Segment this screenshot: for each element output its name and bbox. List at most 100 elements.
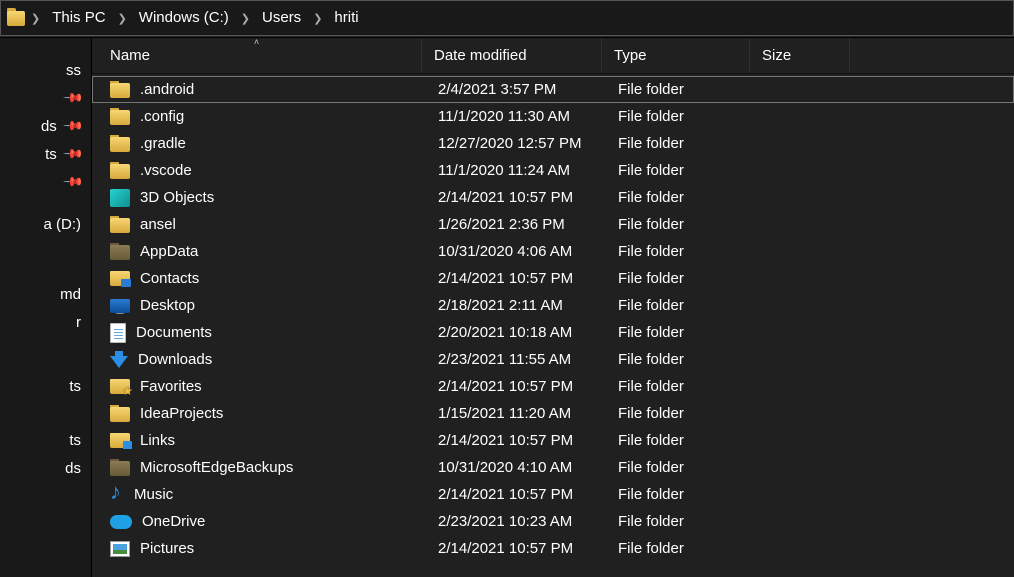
sidebar-item[interactable]: md — [0, 280, 91, 308]
folder-icon — [110, 83, 130, 98]
file-date-cell: 2/20/2021 10:18 AM — [426, 324, 606, 341]
sidebar-item[interactable]: ds — [0, 454, 91, 482]
file-date-cell: 2/18/2021 2:11 AM — [426, 297, 606, 314]
file-name-cell[interactable]: Desktop — [110, 297, 426, 314]
music-icon — [110, 485, 124, 505]
file-row[interactable]: ansel1/26/2021 2:36 PMFile folder — [92, 211, 1014, 238]
folder-dark-icon — [110, 461, 130, 476]
sidebar-item[interactable]: ts — [0, 426, 91, 454]
pin-icon: 📌 — [62, 171, 85, 194]
file-name-cell[interactable]: Links — [110, 432, 426, 449]
column-header-type[interactable]: Type — [602, 38, 750, 73]
column-header-size[interactable]: Size — [750, 38, 850, 73]
sidebar-section: ts ds — [0, 410, 91, 492]
breadcrumb-segment[interactable]: Windows (C:) — [133, 1, 235, 35]
file-row[interactable]: AppData10/31/2020 4:06 AMFile folder — [92, 238, 1014, 265]
file-date-cell: 2/14/2021 10:57 PM — [426, 270, 606, 287]
sidebar-item[interactable] — [0, 238, 91, 266]
file-date-cell: 10/31/2020 4:10 AM — [426, 459, 606, 476]
column-header-name[interactable]: ˄ Name — [92, 38, 422, 73]
address-bar[interactable]: ❯ This PC ❯ Windows (C:) ❯ Users ❯ hriti — [0, 0, 1014, 36]
sidebar-item[interactable]: ts📌 — [0, 140, 91, 168]
navigation-pane[interactable]: ss 📌 ds📌 ts📌 📌 a (D:) md r ts ts ds — [0, 38, 92, 577]
file-name-label: MicrosoftEdgeBackups — [140, 459, 293, 476]
file-name-cell[interactable]: IdeaProjects — [110, 405, 426, 422]
sidebar-section-drives: a (D:) — [0, 206, 91, 276]
file-row[interactable]: .android2/4/2021 3:57 PMFile folder — [92, 76, 1014, 103]
file-name-cell[interactable]: .gradle — [110, 135, 426, 152]
sidebar-item[interactable]: a (D:) — [0, 210, 91, 238]
file-date-cell: 1/26/2021 2:36 PM — [426, 216, 606, 233]
file-name-cell[interactable]: MicrosoftEdgeBackups — [110, 459, 426, 476]
column-header-date[interactable]: Date modified — [422, 38, 602, 73]
file-name-label: ansel — [140, 216, 176, 233]
file-name-cell[interactable]: ansel — [110, 216, 426, 233]
file-type-cell: File folder — [606, 540, 754, 557]
file-name-cell[interactable]: Contacts — [110, 270, 426, 287]
file-name-cell[interactable]: Music — [110, 485, 426, 505]
file-name-cell[interactable]: AppData — [110, 243, 426, 260]
file-name-cell[interactable]: Pictures — [110, 540, 426, 557]
file-name-label: Desktop — [140, 297, 195, 314]
file-date-cell: 2/14/2021 10:57 PM — [426, 189, 606, 206]
sidebar-item[interactable]: r — [0, 308, 91, 336]
file-row[interactable]: 3D Objects2/14/2021 10:57 PMFile folder — [92, 184, 1014, 211]
sidebar-section: ts — [0, 346, 91, 410]
chevron-right-icon[interactable]: ❯ — [29, 12, 42, 25]
chevron-right-icon[interactable]: ❯ — [116, 12, 129, 25]
file-row[interactable]: Documents2/20/2021 10:18 AMFile folder — [92, 319, 1014, 346]
file-date-cell: 2/23/2021 10:23 AM — [426, 513, 606, 530]
file-date-cell: 2/14/2021 10:57 PM — [426, 540, 606, 557]
breadcrumb-segment[interactable]: This PC — [46, 1, 111, 35]
file-row[interactable]: Links2/14/2021 10:57 PMFile folder — [92, 427, 1014, 454]
file-name-cell[interactable]: Downloads — [110, 351, 426, 368]
file-name-cell[interactable]: Documents — [110, 323, 426, 343]
sidebar-section: md r — [0, 276, 91, 346]
sidebar-item-label: md — [60, 286, 81, 303]
download-icon — [110, 356, 128, 368]
file-row[interactable]: Favorites2/14/2021 10:57 PMFile folder — [92, 373, 1014, 400]
file-row[interactable]: IdeaProjects1/15/2021 11:20 AMFile folde… — [92, 400, 1014, 427]
file-row[interactable]: Pictures 2/14/2021 10:57 PMFile folder — [92, 535, 1014, 562]
file-row[interactable]: Downloads2/23/2021 11:55 AMFile folder — [92, 346, 1014, 373]
file-name-cell[interactable]: 3D Objects — [110, 189, 426, 207]
file-row[interactable]: .config11/1/2020 11:30 AMFile folder — [92, 103, 1014, 130]
file-name-cell[interactable]: .vscode — [110, 162, 426, 179]
chevron-right-icon[interactable]: ❯ — [311, 12, 324, 25]
file-row[interactable]: .gradle12/27/2020 12:57 PMFile folder — [92, 130, 1014, 157]
cube-icon — [110, 189, 130, 207]
breadcrumb-segment[interactable]: hriti — [328, 1, 364, 35]
file-date-cell: 12/27/2020 12:57 PM — [426, 135, 606, 152]
file-row[interactable]: Music2/14/2021 10:57 PMFile folder — [92, 481, 1014, 508]
file-name-cell[interactable]: .android — [110, 81, 426, 98]
sidebar-item-label: ts — [45, 146, 57, 163]
sidebar-item[interactable]: 📌 — [0, 168, 91, 196]
sidebar-item[interactable]: 📌 — [0, 84, 91, 112]
sidebar-item[interactable]: ts — [0, 372, 91, 400]
breadcrumb-segment[interactable]: Users — [256, 1, 307, 35]
sidebar-item[interactable]: ss — [0, 56, 91, 84]
file-row[interactable]: MicrosoftEdgeBackups10/31/2020 4:10 AMFi… — [92, 454, 1014, 481]
pin-icon: 📌 — [62, 87, 85, 110]
file-name-label: .config — [140, 108, 184, 125]
file-row[interactable]: .vscode11/1/2020 11:24 AMFile folder — [92, 157, 1014, 184]
onedrive-icon — [110, 515, 132, 529]
favorites-icon — [110, 379, 130, 394]
links-icon — [110, 433, 130, 448]
file-name-label: Pictures — [140, 540, 194, 557]
chevron-right-icon[interactable]: ❯ — [239, 12, 252, 25]
file-name-label: Documents — [136, 324, 212, 341]
file-name-cell[interactable]: .config — [110, 108, 426, 125]
file-date-cell: 1/15/2021 11:20 AM — [426, 405, 606, 422]
pin-icon: 📌 — [62, 115, 85, 138]
sidebar-item[interactable]: ds📌 — [0, 112, 91, 140]
file-name-cell[interactable]: OneDrive — [110, 513, 426, 530]
folder-icon — [110, 110, 130, 125]
file-row[interactable]: Desktop2/18/2021 2:11 AMFile folder — [92, 292, 1014, 319]
file-type-cell: File folder — [606, 378, 754, 395]
file-name-cell[interactable]: Favorites — [110, 378, 426, 395]
file-row[interactable]: OneDrive2/23/2021 10:23 AMFile folder — [92, 508, 1014, 535]
desktop-icon — [110, 299, 130, 313]
file-row[interactable]: Contacts2/14/2021 10:57 PMFile folder — [92, 265, 1014, 292]
file-type-cell: File folder — [606, 243, 754, 260]
